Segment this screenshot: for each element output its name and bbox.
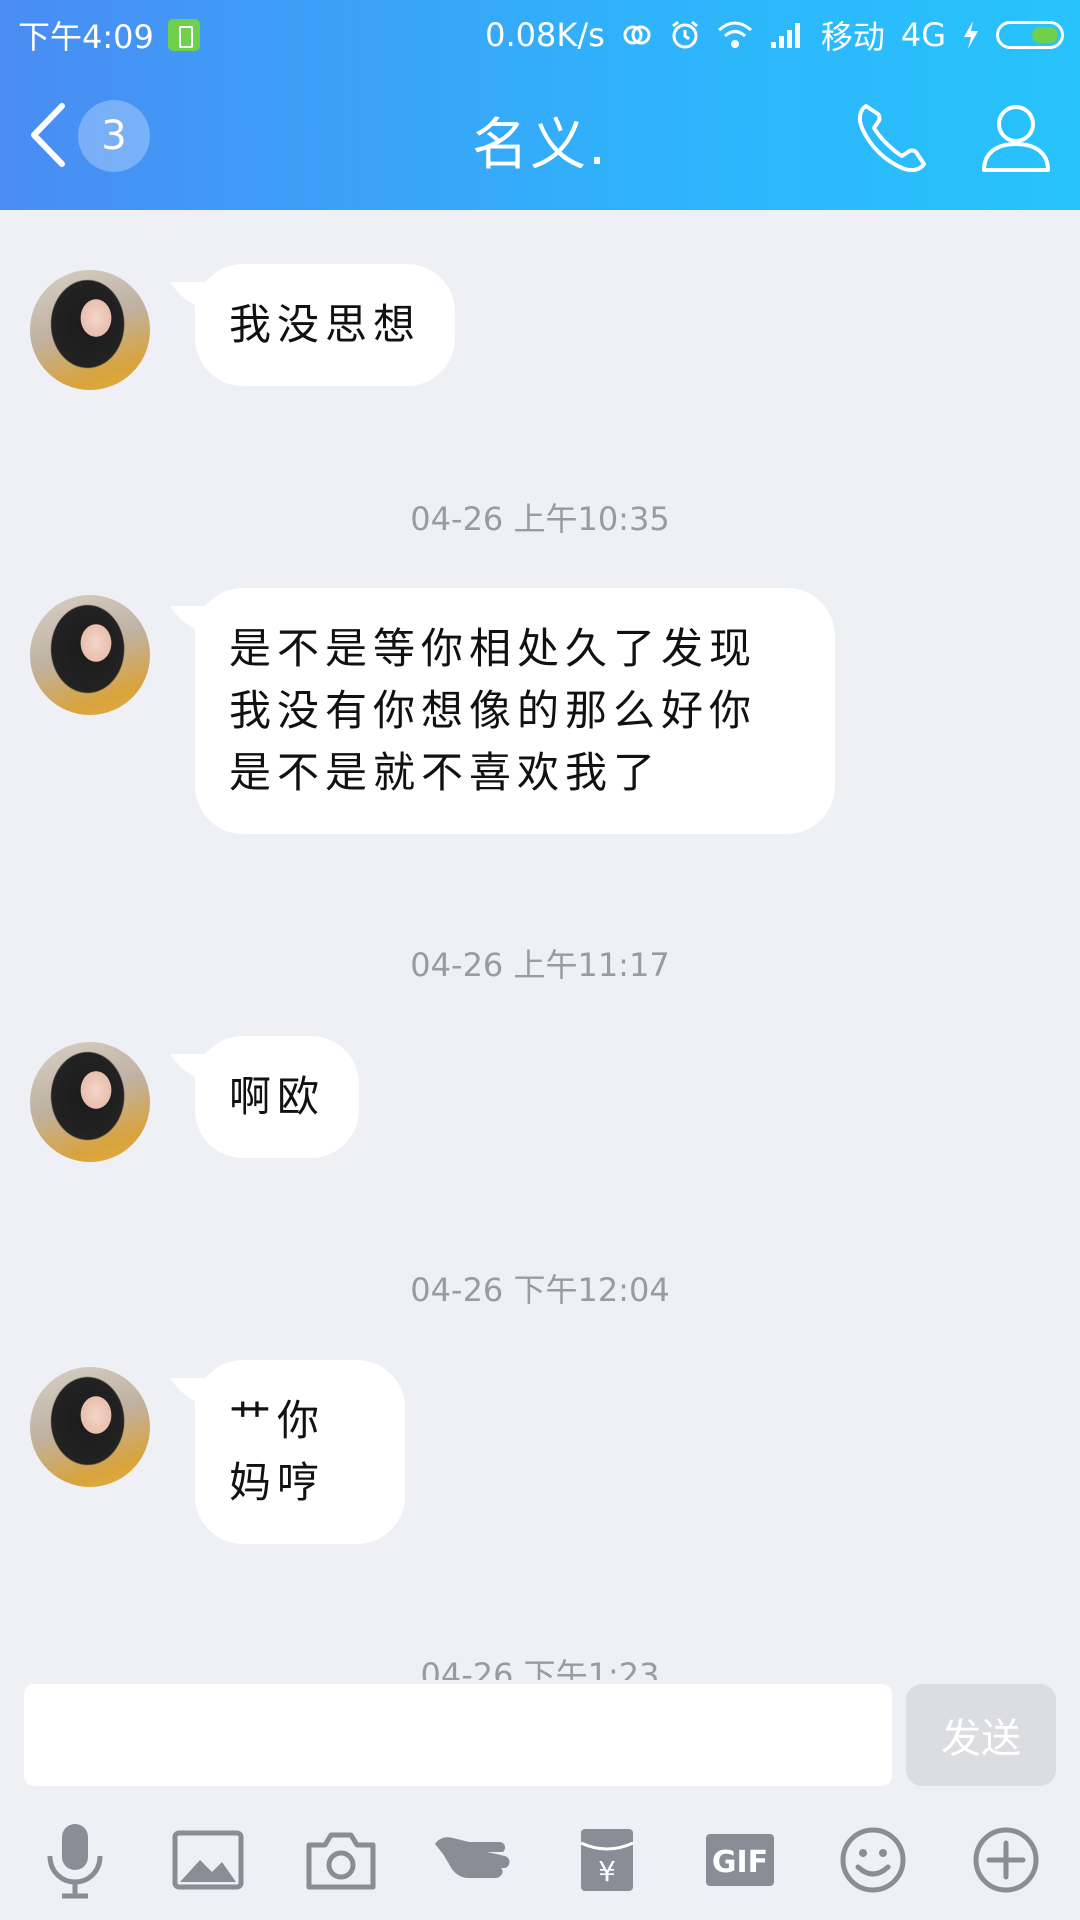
image-icon: [172, 1830, 243, 1890]
status-bar-right: 0.08K/s 移动 4G: [485, 12, 1064, 58]
message-bubble[interactable]: 是不是等你相处久了发现我没有你想像的那么好你是不是就不喜欢我了: [195, 588, 835, 834]
network-speed: 0.08K/s: [485, 16, 605, 54]
image-button[interactable]: [153, 1805, 263, 1915]
input-row: 发送: [0, 1680, 1080, 1790]
plus-icon: [973, 1827, 1038, 1893]
phone-icon: [857, 104, 926, 173]
gif-icon: GIF: [705, 1834, 774, 1886]
red-packet-button[interactable]: ¥: [552, 1805, 662, 1915]
message-input[interactable]: [24, 1684, 892, 1786]
avatar[interactable]: [30, 1367, 150, 1487]
poke-button[interactable]: [419, 1805, 529, 1915]
alarm-icon: [671, 20, 698, 49]
notification-icon: [167, 19, 200, 51]
call-button[interactable]: [852, 98, 932, 178]
input-toolbar: ¥ GIF: [0, 1800, 1080, 1920]
message-timestamp: 04-26 下午1:23: [420, 1656, 660, 1680]
message-timestamp: 04-26 上午11:17: [410, 946, 670, 984]
profile-button[interactable]: [976, 98, 1056, 178]
avatar[interactable]: [30, 270, 150, 390]
camera-button[interactable]: [286, 1805, 396, 1915]
message-list[interactable]: 我没思想 04-26 上午10:35 是不是等你相处久了发现我没有你想像的那么好…: [0, 210, 1080, 1680]
voice-button[interactable]: [20, 1805, 130, 1915]
signal-icon: [770, 23, 800, 48]
emoji-button[interactable]: [818, 1805, 928, 1915]
gif-button[interactable]: GIF: [685, 1805, 795, 1915]
user-icon: [982, 105, 1050, 172]
network-type: 4G: [900, 16, 946, 54]
avatar[interactable]: [30, 595, 150, 715]
more-button[interactable]: [951, 1805, 1061, 1915]
message-timestamp: 04-26 下午12:04: [410, 1271, 670, 1309]
red-packet-icon: ¥: [579, 1829, 634, 1891]
header: 下午4:09 0.08K/s 移动 4G 3 名义.: [0, 0, 1080, 210]
send-button[interactable]: 发送: [906, 1684, 1056, 1786]
svg-text:¥: ¥: [598, 1855, 616, 1888]
title-bar: 3 名义.: [0, 62, 1080, 210]
avatar[interactable]: [30, 1042, 150, 1162]
emoji-icon: [840, 1827, 905, 1893]
status-bar: 下午4:09 0.08K/s 移动 4G: [0, 0, 1080, 62]
chat-screen: 下午4:09 0.08K/s 移动 4G 3 名义. 我没思想 04-26 上午…: [0, 0, 1080, 1920]
status-bar-left: 下午4:09: [18, 12, 200, 58]
camera-icon: [306, 1832, 375, 1890]
gif-label: GIF: [711, 1845, 767, 1880]
message-bubble[interactable]: 啊欧: [195, 1036, 360, 1158]
poke-hand-icon: [434, 1837, 509, 1878]
message-timestamp: 04-26 上午10:35: [410, 500, 670, 538]
carrier-label: 移动: [820, 18, 885, 56]
battery-icon: [996, 21, 1064, 49]
sync-icon: [623, 25, 651, 45]
status-time: 下午4:09: [18, 18, 154, 56]
charging-icon: [964, 21, 978, 49]
message-bubble[interactable]: 艹你妈哼: [195, 1360, 405, 1544]
message-bubble[interactable]: 我没思想: [195, 264, 456, 386]
wifi-icon: [717, 21, 752, 48]
microphone-icon: [47, 1824, 102, 1899]
